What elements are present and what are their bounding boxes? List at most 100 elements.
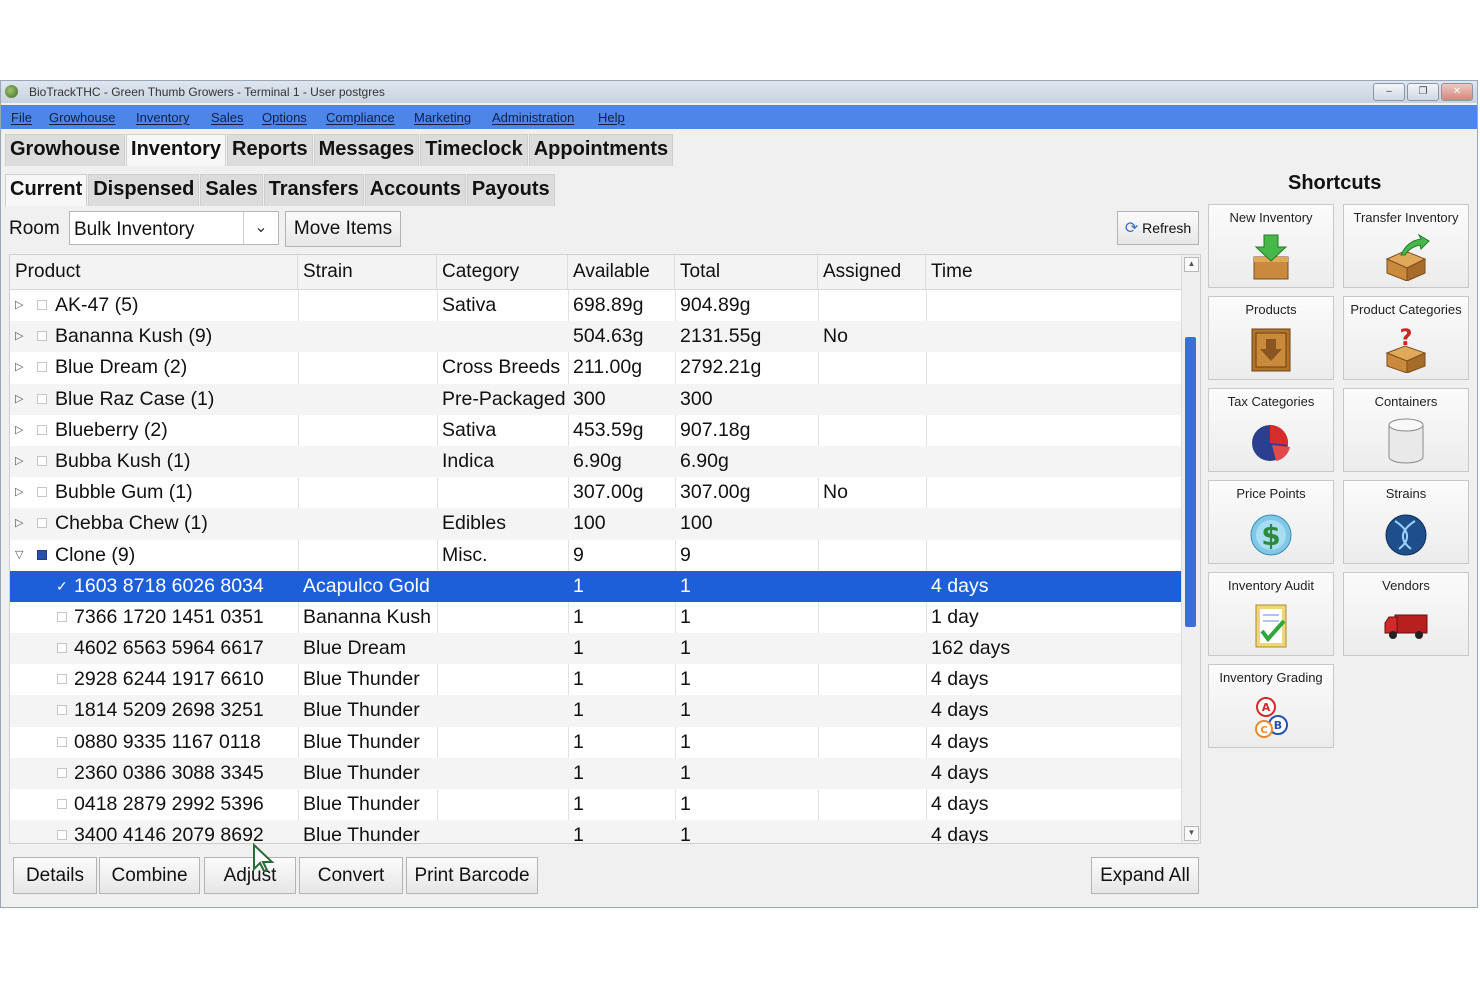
col-header-strain[interactable]: Strain bbox=[298, 255, 437, 289]
tab-growhouse[interactable]: Growhouse bbox=[5, 134, 126, 166]
menu-marketing[interactable]: Marketing bbox=[414, 110, 471, 125]
shortcut-inventory-audit[interactable]: Inventory Audit bbox=[1208, 572, 1334, 656]
collapse-triangle-icon[interactable]: ▽ bbox=[15, 540, 23, 571]
move-items-button[interactable]: Move Items bbox=[285, 211, 401, 247]
tab-sales[interactable]: Sales bbox=[200, 174, 263, 206]
row-checkbox[interactable] bbox=[37, 424, 47, 435]
tab-reports[interactable]: Reports bbox=[227, 134, 313, 166]
table-row[interactable]: 2928 6244 1917 6610 Blue Thunder 1 1 4 days bbox=[10, 664, 1182, 695]
chevron-down-icon[interactable]: ⌄ bbox=[243, 212, 278, 244]
shortcut-transfer-inventory[interactable]: Transfer Inventory bbox=[1343, 204, 1469, 288]
shortcut-strains[interactable]: Strains bbox=[1343, 480, 1469, 564]
tab-transfers[interactable]: Transfers bbox=[263, 174, 364, 206]
menu-inventory[interactable]: Inventory bbox=[136, 110, 189, 125]
scroll-up-icon[interactable]: ▲ bbox=[1184, 257, 1199, 272]
row-checkbox[interactable] bbox=[57, 736, 67, 747]
table-row[interactable]: ▷ Blueberry (2) Sativa 453.59g 907.18g bbox=[10, 415, 1182, 446]
expand-triangle-icon[interactable]: ▷ bbox=[15, 446, 23, 477]
table-row[interactable]: 0418 2879 2992 5396 Blue Thunder 1 1 4 days bbox=[10, 789, 1182, 820]
table-row[interactable]: ▷ Bubble Gum (1) 307.00g 307.00g No bbox=[10, 477, 1182, 508]
expand-all-button[interactable]: Expand All bbox=[1091, 857, 1199, 894]
col-header-product[interactable]: Product bbox=[10, 255, 298, 289]
table-row[interactable]: 7366 1720 1451 0351 Bananna Kush 1 1 1 day bbox=[10, 602, 1182, 633]
expand-triangle-icon[interactable]: ▷ bbox=[15, 477, 23, 508]
row-checkbox[interactable] bbox=[57, 799, 67, 809]
row-checkbox[interactable] bbox=[57, 643, 67, 654]
row-checkbox[interactable] bbox=[57, 830, 67, 841]
shortcut-containers[interactable]: Containers bbox=[1343, 388, 1469, 472]
table-row[interactable]: ▽ Clone (9) Misc. 9 9 bbox=[10, 540, 1182, 571]
shortcut-inventory-grading[interactable]: Inventory Grading A B C bbox=[1208, 664, 1334, 748]
tab-current[interactable]: Current bbox=[5, 174, 88, 206]
combine-button[interactable]: Combine bbox=[99, 857, 200, 894]
refresh-button[interactable]: ⟳ Refresh bbox=[1117, 211, 1199, 245]
tab-timeclock[interactable]: Timeclock bbox=[420, 134, 528, 166]
room-select[interactable]: Bulk Inventory ⌄ bbox=[69, 211, 279, 245]
table-row[interactable]: ▷ Bubba Kush (1) Indica 6.90g 6.90g bbox=[10, 445, 1182, 478]
table-row[interactable]: 3400 4146 2079 8692 Blue Thunder 1 1 4 days bbox=[10, 820, 1182, 843]
table-row[interactable]: 4602 6563 5964 6617 Blue Dream 1 1 162 days bbox=[10, 633, 1182, 665]
menu-file[interactable]: File bbox=[11, 110, 32, 125]
menu-help[interactable]: Help bbox=[598, 110, 625, 125]
row-checkbox[interactable] bbox=[37, 518, 47, 529]
row-checkbox[interactable] bbox=[37, 487, 47, 498]
scroll-thumb[interactable] bbox=[1185, 337, 1196, 627]
expand-triangle-icon[interactable]: ▷ bbox=[15, 290, 23, 321]
row-checkbox[interactable] bbox=[57, 611, 67, 622]
tab-accounts[interactable]: Accounts bbox=[364, 174, 466, 206]
col-header-available[interactable]: Available bbox=[568, 255, 675, 289]
expand-triangle-icon[interactable]: ▷ bbox=[15, 352, 23, 383]
tab-dispensed[interactable]: Dispensed bbox=[88, 174, 200, 206]
table-row[interactable]: ▷ AK-47 (5) Sativa 698.89g 904.89g bbox=[10, 290, 1182, 321]
table-row[interactable]: ✓ 1603 8718 6026 8034 Acapulco Gold 1 1 4 day… bbox=[10, 570, 1182, 602]
minimize-button[interactable]: – bbox=[1373, 83, 1405, 101]
table-row[interactable]: ▷ Chebba Chew (1) Edibles 100 100 bbox=[10, 508, 1182, 540]
row-checkbox[interactable] bbox=[37, 331, 47, 342]
menu-options[interactable]: Options bbox=[262, 110, 307, 125]
vertical-scrollbar[interactable]: ▲ ▼ bbox=[1181, 255, 1200, 843]
row-checkbox[interactable] bbox=[37, 300, 47, 310]
shortcut-price-points[interactable]: Price Points $ bbox=[1208, 480, 1334, 564]
print-barcode-button[interactable]: Print Barcode bbox=[406, 857, 538, 894]
shortcut-vendors[interactable]: Vendors bbox=[1343, 572, 1469, 656]
shortcut-tax-categories[interactable]: Tax Categories bbox=[1208, 388, 1334, 472]
row-checkbox[interactable] bbox=[37, 549, 47, 560]
col-header-time[interactable]: Time bbox=[926, 255, 1182, 289]
tab-payouts[interactable]: Payouts bbox=[466, 174, 555, 206]
table-row[interactable]: 1814 5209 2698 3251 Blue Thunder 1 1 4 days bbox=[10, 695, 1182, 727]
col-header-total[interactable]: Total bbox=[675, 255, 818, 289]
table-row[interactable]: 2360 0386 3088 3345 Blue Thunder 1 1 4 days bbox=[10, 757, 1182, 789]
row-checkbox[interactable] bbox=[57, 705, 67, 716]
expand-triangle-icon[interactable]: ▷ bbox=[15, 321, 23, 352]
col-header-assigned[interactable]: Assigned bbox=[818, 255, 926, 289]
table-row[interactable]: ▷ Blue Dream (2) Cross Breeds 211.00g 2792.2… bbox=[10, 352, 1182, 383]
table-row[interactable]: ▷ Bananna Kush (9) 504.63g 2131.55g No bbox=[10, 321, 1182, 353]
shortcut-product-categories[interactable]: Product Categories ? bbox=[1343, 296, 1469, 380]
menu-administration[interactable]: Administration bbox=[492, 110, 574, 125]
expand-triangle-icon[interactable]: ▷ bbox=[15, 415, 23, 446]
row-checkmark-icon[interactable]: ✓ bbox=[56, 571, 68, 602]
expand-triangle-icon[interactable]: ▷ bbox=[15, 508, 23, 539]
row-checkbox[interactable] bbox=[57, 674, 67, 685]
shortcut-products[interactable]: Products bbox=[1208, 296, 1334, 380]
convert-button[interactable]: Convert bbox=[299, 857, 403, 894]
shortcut-new-inventory[interactable]: New Inventory bbox=[1208, 204, 1334, 288]
expand-triangle-icon[interactable]: ▷ bbox=[15, 384, 23, 415]
details-button[interactable]: Details bbox=[13, 857, 97, 894]
table-row[interactable]: ▷ Blue Raz Case (1) Pre-Packaged 300 300 bbox=[10, 383, 1182, 415]
table-row[interactable]: 0880 9335 1167 0118 Blue Thunder 1 1 4 days bbox=[10, 727, 1182, 758]
col-header-category[interactable]: Category bbox=[437, 255, 568, 289]
adjust-button[interactable]: Adjust bbox=[204, 857, 296, 894]
row-checkbox[interactable] bbox=[37, 455, 47, 466]
row-checkbox[interactable] bbox=[57, 767, 67, 778]
row-checkbox[interactable] bbox=[37, 393, 47, 404]
menu-growhouse[interactable]: Growhouse bbox=[49, 110, 115, 125]
tab-appointments[interactable]: Appointments bbox=[528, 134, 674, 166]
menu-compliance[interactable]: Compliance bbox=[326, 110, 395, 125]
row-checkbox[interactable] bbox=[37, 362, 47, 373]
tab-messages[interactable]: Messages bbox=[313, 134, 420, 166]
scroll-down-icon[interactable]: ▼ bbox=[1184, 826, 1199, 841]
restore-button[interactable]: ❐ bbox=[1407, 83, 1439, 101]
menu-sales[interactable]: Sales bbox=[211, 110, 244, 125]
close-button[interactable]: ✕ bbox=[1441, 83, 1473, 101]
